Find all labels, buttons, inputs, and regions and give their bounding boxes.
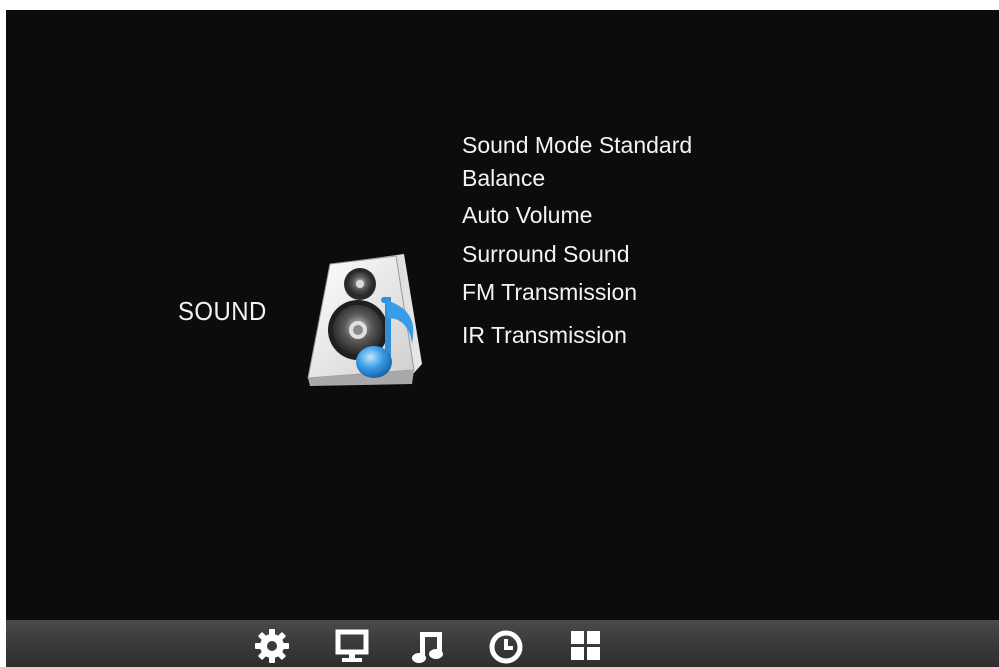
monitor-icon[interactable]: [332, 626, 372, 666]
bottom-nav-bar: [6, 620, 999, 667]
menu-item-auto-volume[interactable]: Auto Volume: [462, 202, 592, 228]
music-note-icon[interactable]: [408, 626, 448, 666]
gear-icon[interactable]: [252, 626, 292, 666]
menu-item-sound-mode[interactable]: Sound Mode Standard: [462, 132, 692, 158]
sound-menu: Sound Mode Standard Balance Auto Volume …: [6, 10, 999, 610]
menu-item-surround-sound[interactable]: Surround Sound: [462, 241, 630, 267]
menu-item-balance[interactable]: Balance: [462, 165, 545, 191]
clock-icon[interactable]: [486, 626, 526, 666]
grid-icon[interactable]: [566, 626, 606, 666]
menu-item-fm-transmission[interactable]: FM Transmission: [462, 279, 637, 305]
tv-screen: SOUND Sound Mode Standard Balance Auto V…: [6, 10, 999, 667]
menu-item-ir-transmission[interactable]: IR Transmission: [462, 322, 627, 348]
